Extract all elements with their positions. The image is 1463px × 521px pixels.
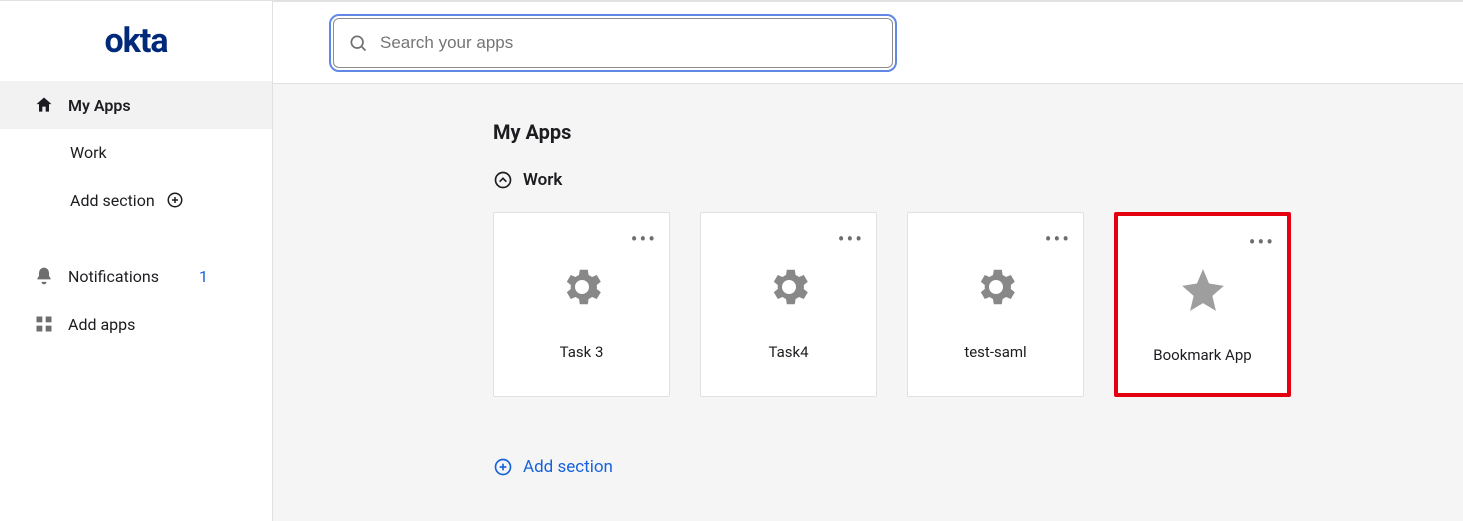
chevron-up-circle-icon	[493, 170, 513, 190]
plus-circle-icon	[165, 190, 185, 210]
sidebar-add-section[interactable]: Add section	[0, 176, 272, 224]
app-label: test-saml	[964, 343, 1026, 361]
more-icon[interactable]: •••	[631, 227, 657, 251]
page-title: My Apps	[493, 120, 1463, 144]
sidebar-item-notifications[interactable]: Notifications 1	[0, 252, 272, 300]
app-tile-task4[interactable]: ••• Task4	[700, 212, 877, 397]
sidebar-item-label: Work	[70, 143, 107, 162]
app-tile-test-saml[interactable]: ••• test-saml	[907, 212, 1084, 397]
sidebar: okta My Apps Work Add section Notificati…	[0, 1, 273, 521]
plus-circle-icon	[493, 457, 513, 477]
star-icon	[1175, 262, 1231, 318]
app-label: Bookmark App	[1153, 346, 1251, 364]
app-tile-bookmark[interactable]: ••• Bookmark App	[1114, 212, 1291, 397]
logo-wrap: okta	[0, 1, 272, 81]
section-header-work[interactable]: Work	[493, 170, 1463, 190]
sidebar-item-add-apps[interactable]: Add apps	[0, 300, 272, 348]
sidebar-item-label: Notifications	[68, 267, 159, 286]
sidebar-item-label: My Apps	[68, 96, 131, 115]
search-box[interactable]	[333, 18, 893, 68]
app-label: Task4	[768, 343, 808, 361]
more-icon[interactable]: •••	[1045, 227, 1071, 251]
sidebar-item-label: Add section	[70, 191, 155, 210]
gear-icon	[968, 259, 1024, 315]
more-icon[interactable]: •••	[1249, 230, 1275, 254]
okta-logo: okta	[104, 21, 167, 61]
home-icon	[34, 95, 54, 115]
gear-icon	[761, 259, 817, 315]
add-section-button[interactable]: Add section	[493, 457, 1463, 477]
app-tile-task3[interactable]: ••• Task 3	[493, 212, 670, 397]
main-area: My Apps Work ••• Task 3 •••	[273, 1, 1463, 521]
app-label: Task 3	[560, 343, 604, 361]
add-section-label: Add section	[523, 457, 613, 477]
bell-icon	[34, 266, 54, 286]
section-label: Work	[523, 170, 562, 190]
sidebar-item-label: Add apps	[68, 315, 135, 334]
grid-plus-icon	[34, 314, 54, 334]
more-icon[interactable]: •••	[838, 227, 864, 251]
app-tiles: ••• Task 3 ••• Task4 •••	[493, 212, 1463, 397]
sidebar-item-my-apps[interactable]: My Apps	[0, 81, 272, 129]
sidebar-item-work[interactable]: Work	[0, 129, 272, 176]
notifications-badge: 1	[199, 267, 248, 286]
search-icon	[348, 33, 368, 53]
top-bar	[273, 2, 1463, 84]
search-input[interactable]	[380, 33, 878, 53]
content: My Apps Work ••• Task 3 •••	[273, 84, 1463, 477]
gear-icon	[554, 259, 610, 315]
